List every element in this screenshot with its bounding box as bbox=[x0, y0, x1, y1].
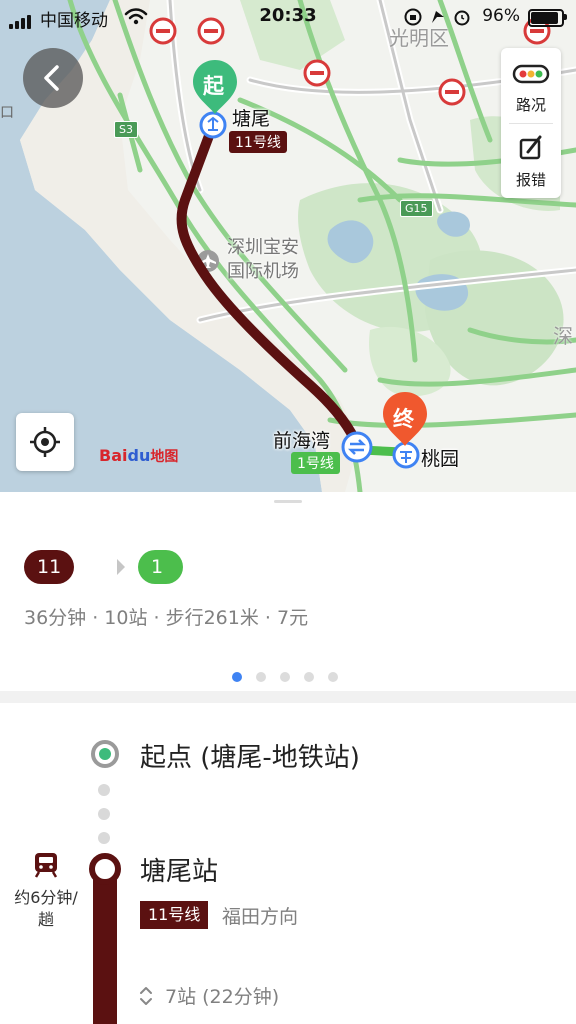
sheet-drag-handle[interactable] bbox=[274, 500, 302, 503]
frequency-line2: 趟 bbox=[37, 910, 54, 929]
route-page-indicator[interactable] bbox=[232, 667, 352, 686]
line-1-chip: 1号线 bbox=[138, 550, 183, 646]
chevron-right-icon bbox=[117, 559, 125, 575]
start-point-label: 起点 (塘尾-地铁站) bbox=[140, 743, 360, 773]
section-separator bbox=[0, 691, 576, 703]
battery-icon bbox=[528, 9, 567, 27]
line-11-rail bbox=[93, 864, 117, 1024]
chevron-left-icon bbox=[44, 65, 59, 91]
road-label-edge: 口 bbox=[0, 105, 14, 121]
traffic-light-icon bbox=[512, 64, 550, 84]
logo-text-du: du bbox=[127, 446, 151, 465]
status-icons bbox=[404, 8, 470, 26]
traffic-button[interactable]: 路况 bbox=[501, 48, 561, 123]
map-tools-panel: 路况 报错 bbox=[501, 48, 561, 198]
edit-icon bbox=[519, 135, 542, 160]
road-label-s3: S3 bbox=[114, 121, 138, 138]
alarm-icon bbox=[454, 10, 470, 26]
report-button[interactable]: 报错 bbox=[501, 123, 561, 198]
frequency-line1: 约6分钟/ bbox=[14, 888, 78, 907]
traffic-label: 路况 bbox=[515, 96, 546, 114]
walk-dot bbox=[98, 832, 110, 844]
status-bar: 中国移动 20:33 96% bbox=[0, 0, 576, 34]
airport-label-line1: 深圳宝安 bbox=[227, 237, 299, 258]
locate-button[interactable] bbox=[16, 413, 74, 471]
battery-fill bbox=[531, 12, 558, 24]
start-line-tag: 11号线 bbox=[229, 131, 287, 153]
page-dot[interactable] bbox=[280, 672, 290, 682]
page-dot[interactable] bbox=[232, 672, 242, 682]
crosshair-icon bbox=[30, 427, 60, 457]
logo-text-bai: Bai bbox=[99, 446, 128, 465]
route-detail-sheet[interactable]: 11号线 1号线 36分钟 · 10站 · 步行261米 · 7元 起点 (塘尾… bbox=[0, 492, 576, 1024]
baidu-map-logo: Baidu地图 bbox=[99, 446, 178, 466]
walk-dot bbox=[98, 784, 110, 796]
rotation-lock-icon bbox=[404, 8, 422, 26]
transfer-line-tag: 1号线 bbox=[291, 452, 340, 474]
transfer-icon bbox=[341, 431, 373, 463]
start-station-label[interactable]: 塘尾 bbox=[232, 104, 270, 131]
line-badge: 11号线 bbox=[140, 901, 209, 929]
district-label-right: 深 bbox=[553, 324, 573, 348]
train-icon bbox=[34, 853, 58, 878]
route-summary: 36分钟 · 10站 · 步行261米 · 7元 bbox=[24, 607, 309, 629]
station-node bbox=[89, 853, 121, 885]
end-marker-label: 终 bbox=[393, 407, 414, 431]
road-label-g15: G15 bbox=[400, 200, 433, 217]
logo-text-map: 地图 bbox=[150, 449, 179, 465]
transfer-station-label[interactable]: 前海湾 bbox=[273, 426, 330, 453]
airport-label-line2: 国际机场 bbox=[227, 261, 299, 282]
route-map[interactable]: 起 终 光明区 深 深圳宝安 国际机场 S3 G15 口 塘尾 11号线 前海湾… bbox=[0, 0, 576, 492]
report-label: 报错 bbox=[515, 171, 546, 189]
page-dot[interactable] bbox=[256, 672, 266, 682]
end-station-label[interactable]: 桃园 bbox=[421, 444, 459, 471]
stop-count[interactable]: 7站 (22分钟) bbox=[165, 982, 279, 1009]
direction-text: 福田方向 bbox=[222, 906, 299, 928]
boarding-station-title: 塘尾站 bbox=[140, 857, 219, 887]
start-point-icon bbox=[91, 740, 119, 768]
start-marker-label: 起 bbox=[203, 74, 224, 98]
location-arrow-icon bbox=[432, 11, 444, 23]
train-frequency: 约6分钟/ 趟 bbox=[0, 887, 92, 931]
line-11-chip: 11号线 bbox=[24, 550, 75, 646]
battery-percent: 96% bbox=[482, 6, 520, 26]
page-dot[interactable] bbox=[304, 672, 314, 682]
page-dot[interactable] bbox=[328, 672, 338, 682]
airport-label: 深圳宝安 国际机场 bbox=[227, 236, 299, 284]
walk-dot bbox=[98, 808, 110, 820]
expand-stops-icon[interactable] bbox=[139, 985, 153, 1007]
back-button[interactable] bbox=[23, 48, 83, 108]
